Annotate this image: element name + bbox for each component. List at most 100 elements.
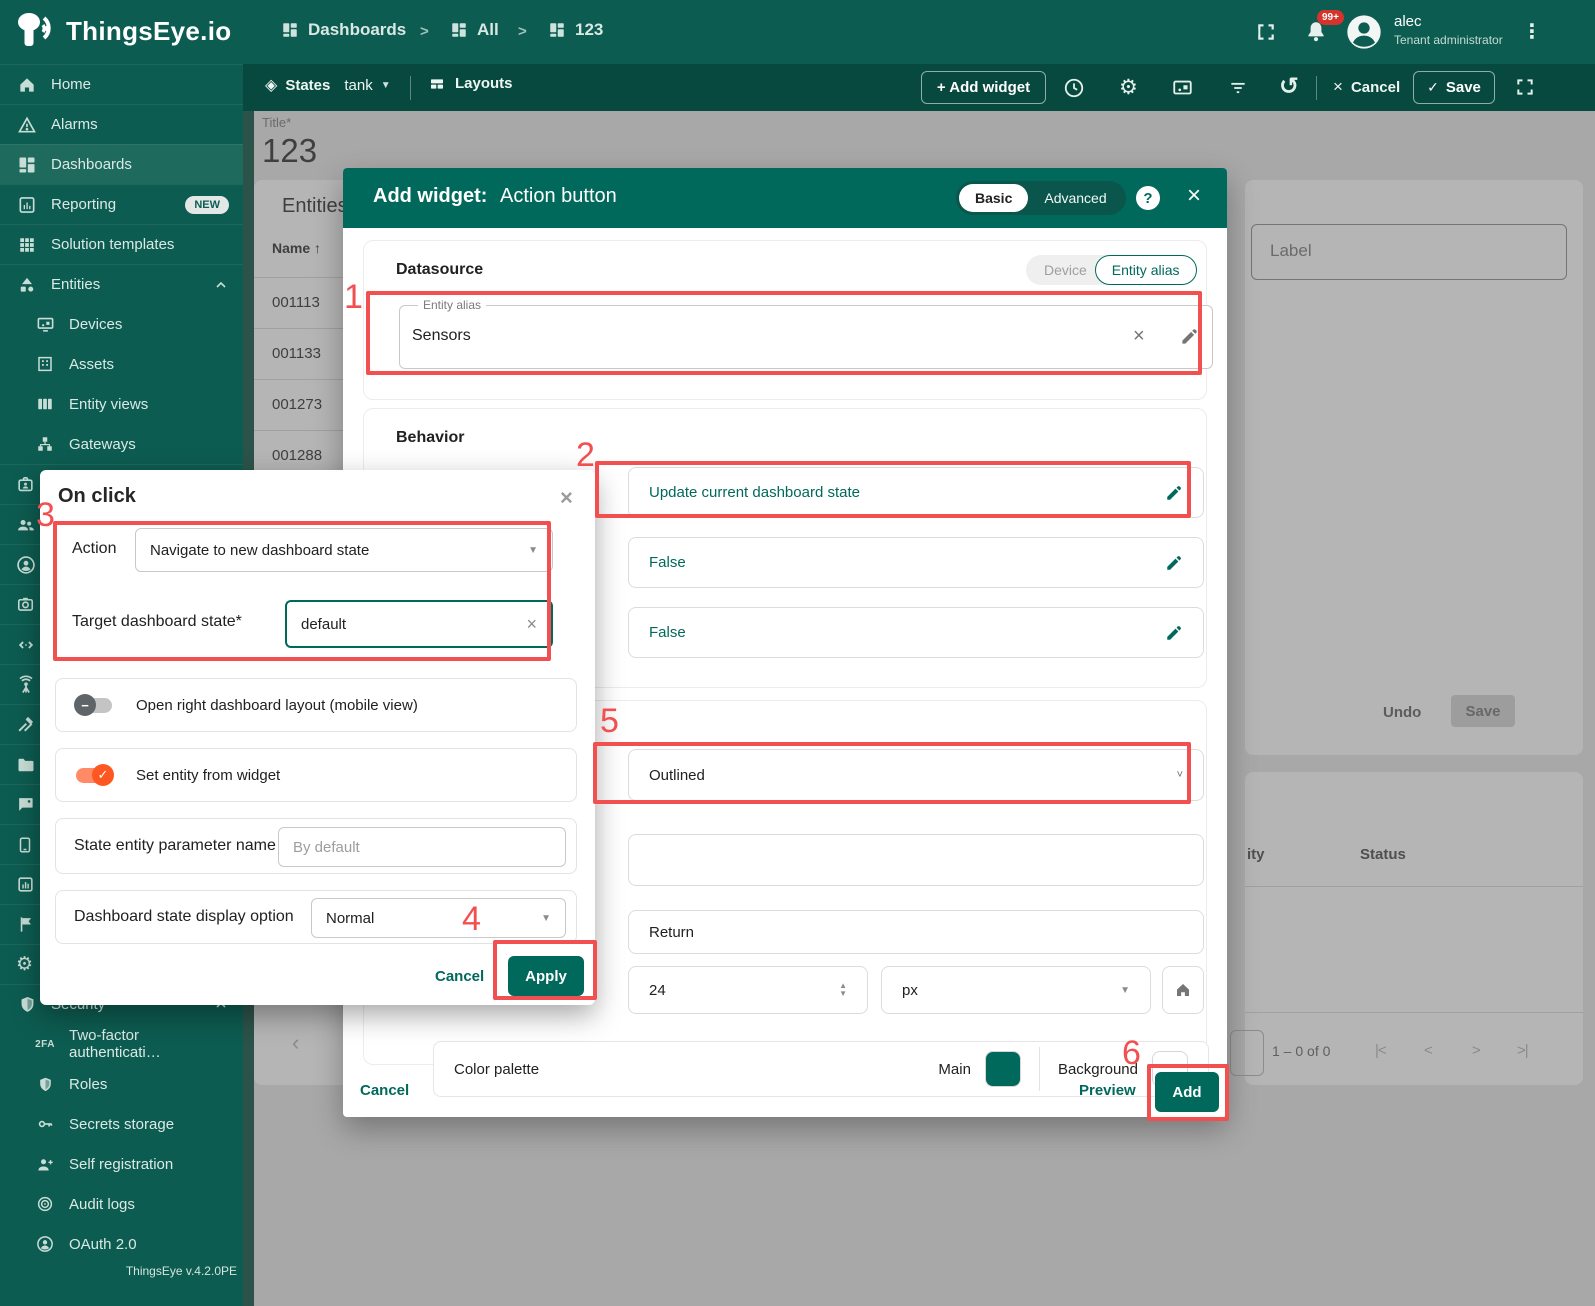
modal-cancel-button[interactable]: Cancel xyxy=(360,1082,409,1099)
last-page-icon[interactable]: >| xyxy=(1517,1042,1528,1059)
sidebar-item-gateways[interactable]: Gateways xyxy=(0,424,243,464)
layouts-icon xyxy=(428,76,446,92)
sidebar-item-self-registration[interactable]: Self registration xyxy=(0,1144,243,1184)
mode-toggle: Basic Advanced xyxy=(956,181,1126,215)
add-widget-button[interactable]: + Add widget xyxy=(921,71,1046,104)
home-icon xyxy=(1174,981,1192,999)
close-icon[interactable]: × xyxy=(1187,185,1201,207)
save-button-dimmed[interactable]: Save xyxy=(1451,695,1515,727)
severity-column-header-partial[interactable]: ity xyxy=(1247,846,1265,863)
default-size-button[interactable] xyxy=(1162,966,1204,1014)
2fa-icon: 2FA xyxy=(34,1039,56,1050)
state-value: tank xyxy=(344,77,372,94)
report-chart-icon xyxy=(16,195,38,215)
states-control[interactable]: ◈ States tank ▼ xyxy=(265,75,391,95)
icon-size-unit-select[interactable]: px ▼ xyxy=(881,966,1151,1014)
dialog-cancel-button[interactable]: Cancel xyxy=(435,968,484,985)
sidebar-item-alarms[interactable]: Alarms xyxy=(0,104,243,144)
kebab-menu-icon[interactable]: ⋮ xyxy=(1522,19,1542,44)
sidebar-item-entity-views[interactable]: Entity views xyxy=(0,384,243,424)
avatar[interactable] xyxy=(1344,12,1384,52)
breadcrumb-all[interactable]: All xyxy=(450,20,499,40)
mobile-layout-toggle-row[interactable]: − Open right dashboard layout (mobile vi… xyxy=(55,678,577,732)
table-row[interactable]: 001113 xyxy=(272,294,320,311)
sidebar-item-entities[interactable]: Entities xyxy=(0,264,243,304)
chevron-up-icon[interactable] xyxy=(213,277,229,293)
sidebar-item-roles[interactable]: Roles xyxy=(0,1064,243,1104)
modal-widget-name: Action button xyxy=(500,185,617,208)
label-field[interactable]: Label xyxy=(1251,224,1567,280)
dashboard-title-field[interactable]: Title* 123 xyxy=(262,115,317,170)
toggle-on[interactable]: ✓ xyxy=(76,768,112,783)
sidebar-item-two-factor[interactable]: 2FA Two-factor authenticati… xyxy=(0,1024,243,1064)
preview-button[interactable]: Preview xyxy=(1079,1082,1136,1099)
toggle-off[interactable]: − xyxy=(76,698,112,713)
close-icon: × xyxy=(1333,77,1343,97)
main-color-swatch[interactable] xyxy=(985,1051,1021,1087)
stepper-arrows-icon[interactable]: ▲▼ xyxy=(839,982,847,998)
prev-page-icon[interactable]: < xyxy=(1424,1042,1433,1059)
name-column-header[interactable]: Name ↑ xyxy=(272,240,321,256)
person-circle-icon xyxy=(34,1235,56,1253)
set-entity-toggle-row[interactable]: ✓ Set entity from widget xyxy=(55,748,577,802)
behavior-false-row-2[interactable]: False xyxy=(628,607,1204,658)
annotation-box-4 xyxy=(493,940,597,1000)
save-button[interactable]: ✓ Save xyxy=(1413,71,1495,104)
datasource-type-toggle: Device Entity alias xyxy=(1026,255,1197,285)
user-role: Tenant administrator xyxy=(1394,33,1503,47)
cancel-button[interactable]: × Cancel xyxy=(1333,77,1400,97)
annotation-number-1: 1 xyxy=(344,280,363,314)
sidebar-item-audit-logs[interactable]: Audit logs xyxy=(0,1184,243,1224)
sidebar-item-oauth[interactable]: OAuth 2.0 xyxy=(0,1224,243,1264)
sidebar-item-reporting[interactable]: Reporting NEW xyxy=(0,184,243,224)
history-icon[interactable]: ↺ xyxy=(1279,74,1299,100)
entity-alias-option[interactable]: Entity alias xyxy=(1095,255,1197,285)
annotation-number-4: 4 xyxy=(462,902,481,936)
time-window-icon[interactable] xyxy=(1063,77,1085,99)
sort-asc-icon: ↑ xyxy=(314,240,321,256)
sidebar-item-solution-templates[interactable]: Solution templates xyxy=(0,224,243,264)
state-entity-param-input[interactable]: By default xyxy=(278,827,566,867)
behavior-false-row-1[interactable]: False xyxy=(628,537,1204,588)
folder-icon xyxy=(16,755,36,775)
dashboard-toolbar: ◈ States tank ▼ Layouts + Add widget ⚙ ↺… xyxy=(243,64,1595,111)
table-row[interactable]: 001133 xyxy=(272,345,321,362)
modal-header: Add widget: Action button Basic Advanced… xyxy=(343,168,1227,228)
display-option-select[interactable]: Normal ▼ xyxy=(311,898,566,938)
sidebar-item-secrets-storage[interactable]: Secrets storage xyxy=(0,1104,243,1144)
close-icon[interactable]: × xyxy=(560,485,573,511)
mode-basic-button[interactable]: Basic xyxy=(959,184,1028,212)
button-text-field[interactable]: Return xyxy=(628,910,1204,954)
person-add-icon xyxy=(34,1155,56,1174)
breadcrumb-dashboards[interactable]: Dashboards xyxy=(281,20,406,40)
gear-icon[interactable]: ⚙ xyxy=(1119,77,1138,98)
app-version: ThingsEye v.4.2.0PE xyxy=(126,1264,237,1278)
sidebar-item-devices[interactable]: Devices xyxy=(0,304,243,344)
breadcrumb-current[interactable]: 123 xyxy=(548,20,603,40)
collapse-panel-icon[interactable]: ‹ xyxy=(292,1030,299,1056)
layouts-button[interactable]: Layouts xyxy=(428,75,513,92)
table-row[interactable]: 001288 xyxy=(272,447,322,464)
next-page-icon[interactable]: > xyxy=(1472,1042,1481,1059)
track-changes-icon xyxy=(34,1195,56,1213)
first-page-icon[interactable]: |< xyxy=(1375,1042,1386,1059)
pencil-icon[interactable] xyxy=(1165,554,1183,572)
fullscreen-icon[interactable] xyxy=(1515,77,1535,97)
sidebar-item-assets[interactable]: Assets xyxy=(0,344,243,384)
fullscreen-icon[interactable] xyxy=(1256,22,1276,42)
filter-icon[interactable] xyxy=(1227,78,1249,98)
device-settings-icon[interactable] xyxy=(1171,77,1194,99)
sidebar-item-dashboards[interactable]: Dashboards xyxy=(0,144,243,184)
status-column-header[interactable]: Status xyxy=(1360,846,1406,863)
pencil-icon[interactable] xyxy=(1165,624,1183,642)
help-icon[interactable]: ? xyxy=(1136,186,1160,210)
notifications-bell-icon[interactable]: 99+ xyxy=(1303,18,1329,46)
dialog-title: On click xyxy=(58,485,136,508)
icon-size-stepper[interactable]: 24 ▲▼ xyxy=(628,966,868,1014)
page-size-select[interactable] xyxy=(1230,1030,1264,1076)
sidebar-item-home[interactable]: Home xyxy=(0,64,243,104)
mode-advanced-button[interactable]: Advanced xyxy=(1028,190,1122,206)
table-row[interactable]: 001273 xyxy=(272,396,322,413)
undo-button[interactable]: Undo xyxy=(1383,704,1421,721)
button-label-field[interactable] xyxy=(628,834,1204,886)
